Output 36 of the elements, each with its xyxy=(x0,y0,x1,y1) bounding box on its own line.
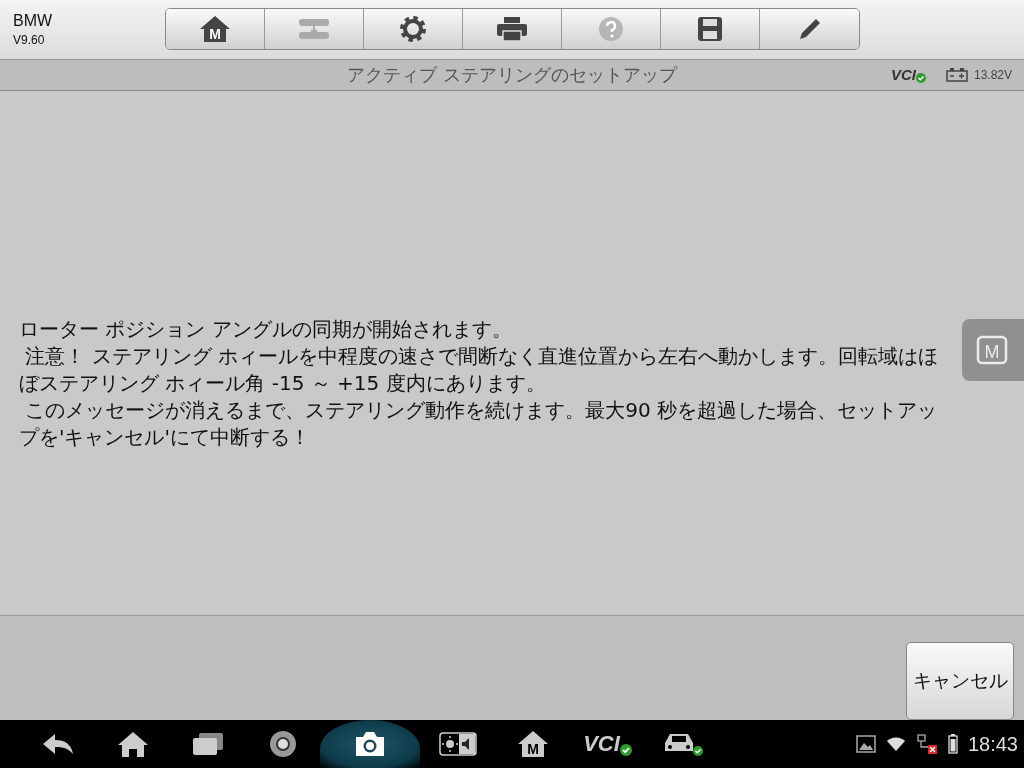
vci-label: VCI xyxy=(583,731,620,757)
printer-icon xyxy=(496,15,528,42)
cancel-button[interactable]: キャンセル xyxy=(906,642,1014,720)
camera-nav-button[interactable] xyxy=(320,720,420,768)
network-error-icon xyxy=(915,733,938,755)
maxi-nav-button[interactable]: M xyxy=(495,720,570,768)
settings-button[interactable] xyxy=(364,8,463,49)
app-name: BMW xyxy=(13,12,54,30)
brightness-volume-icon xyxy=(438,732,477,756)
screen-title: アクティブ ステアリングのセットアップ xyxy=(347,63,677,87)
message-paragraph: 注意！ ステアリング ホィールを中程度の速さで間断なく直進位置から左右へ動かします。回転域はほぼステアリング ホィール角 -15 ～ +15 度内にあります。 xyxy=(19,342,940,397)
save-icon xyxy=(697,15,723,42)
battery-icon xyxy=(945,67,968,82)
check-icon xyxy=(619,744,632,756)
voltage-reading: 13.82V xyxy=(973,67,1012,82)
message-paragraph: ローター ポジション アングルの同期が開始されます。 xyxy=(19,315,513,343)
m-icon: M xyxy=(976,333,1010,367)
m-home-icon: M xyxy=(516,730,549,758)
vci-label: VCI xyxy=(890,66,916,83)
settings-icon xyxy=(398,13,428,44)
wifi-icon xyxy=(885,736,906,752)
print-button[interactable] xyxy=(463,8,562,49)
app-version: V9.60 xyxy=(13,33,46,47)
save-button[interactable] xyxy=(661,8,760,49)
recents-icon xyxy=(190,732,225,756)
clock-time: 18:43 xyxy=(967,732,1018,756)
check-icon xyxy=(915,72,926,83)
edit-button[interactable] xyxy=(760,8,859,49)
camera-icon xyxy=(353,730,387,758)
battery-icon xyxy=(947,734,958,754)
image-icon xyxy=(855,735,876,753)
help-icon xyxy=(597,14,625,43)
home-icon: M xyxy=(199,14,231,43)
vci-nav-button[interactable]: VCI xyxy=(570,720,645,768)
message-paragraph: このメッセージが消えるまで、ステアリング動作を続けます。最大90 秒を超過した場合、セットアップを'キャンセル'にて中断する！ xyxy=(19,396,939,451)
home-button[interactable]: M xyxy=(166,8,265,49)
